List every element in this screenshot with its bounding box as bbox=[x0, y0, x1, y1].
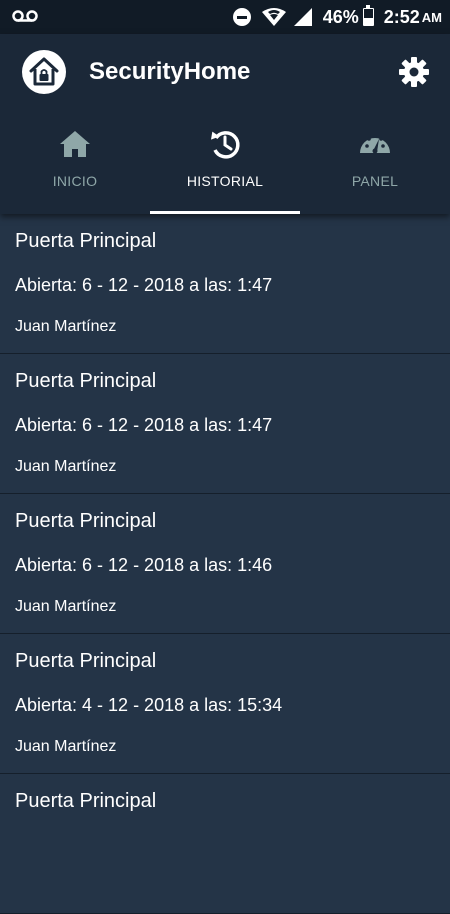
battery-icon bbox=[362, 5, 374, 26]
home-icon bbox=[60, 131, 90, 157]
list-item[interactable]: Puerta Principal Abierta: 6 - 12 - 2018 … bbox=[0, 214, 450, 354]
list-item[interactable]: Puerta Principal bbox=[0, 774, 450, 914]
item-user: Juan Martínez bbox=[15, 458, 117, 475]
signal-icon bbox=[293, 8, 312, 26]
item-title: Puerta Principal bbox=[15, 370, 157, 392]
do-not-disturb-icon bbox=[232, 8, 251, 26]
gear-icon[interactable] bbox=[398, 56, 430, 88]
item-detail: Abierta: 6 - 12 - 2018 a las: 1:46 bbox=[15, 555, 273, 575]
item-user: Juan Martínez bbox=[15, 598, 117, 615]
battery-percent: 46% bbox=[322, 6, 359, 27]
item-title: Puerta Principal bbox=[15, 790, 157, 812]
list-item[interactable]: Puerta Principal Abierta: 6 - 12 - 2018 … bbox=[0, 354, 450, 494]
tab-bar: INICIO HISTORIAL PANEL bbox=[0, 120, 450, 214]
history-list: Puerta Principal Abierta: 6 - 12 - 2018 … bbox=[0, 214, 450, 914]
clock-time: 2:52 bbox=[383, 6, 420, 27]
tab-historial-label: HISTORIAL bbox=[186, 173, 264, 189]
app-title: SecurityHome bbox=[89, 58, 251, 85]
item-title: Puerta Principal bbox=[15, 230, 157, 252]
tab-panel[interactable]: PANEL bbox=[300, 120, 450, 214]
item-title: Puerta Principal bbox=[15, 510, 157, 532]
wifi-icon bbox=[261, 8, 286, 26]
list-item[interactable]: Puerta Principal Abierta: 6 - 12 - 2018 … bbox=[0, 494, 450, 634]
app-bar: SecurityHome INICIO HISTORIAL PANEL bbox=[0, 34, 450, 214]
battery-fill bbox=[363, 17, 373, 25]
home-lock-icon bbox=[22, 50, 66, 94]
tab-inicio[interactable]: INICIO bbox=[0, 120, 150, 214]
voicemail-icon bbox=[12, 10, 38, 22]
list-item[interactable]: Puerta Principal Abierta: 4 - 12 - 2018 … bbox=[0, 634, 450, 774]
item-user: Juan Martínez bbox=[15, 318, 117, 335]
clock-ampm: AM bbox=[421, 9, 442, 25]
item-detail: Abierta: 6 - 12 - 2018 a las: 1:47 bbox=[15, 275, 273, 295]
history-icon bbox=[210, 131, 240, 159]
tab-panel-label: PANEL bbox=[351, 173, 399, 189]
status-bar: 46% 2:52 AM bbox=[0, 0, 450, 34]
item-user: Juan Martínez bbox=[15, 738, 117, 755]
item-title: Puerta Principal bbox=[15, 650, 157, 672]
active-tab-indicator bbox=[150, 211, 300, 214]
tab-historial[interactable]: HISTORIAL bbox=[150, 120, 300, 214]
item-detail: Abierta: 6 - 12 - 2018 a las: 1:47 bbox=[15, 415, 273, 435]
speedometer-icon bbox=[360, 134, 390, 154]
tab-inicio-label: INICIO bbox=[52, 173, 98, 189]
item-detail: Abierta: 4 - 12 - 2018 a las: 15:34 bbox=[15, 695, 283, 715]
